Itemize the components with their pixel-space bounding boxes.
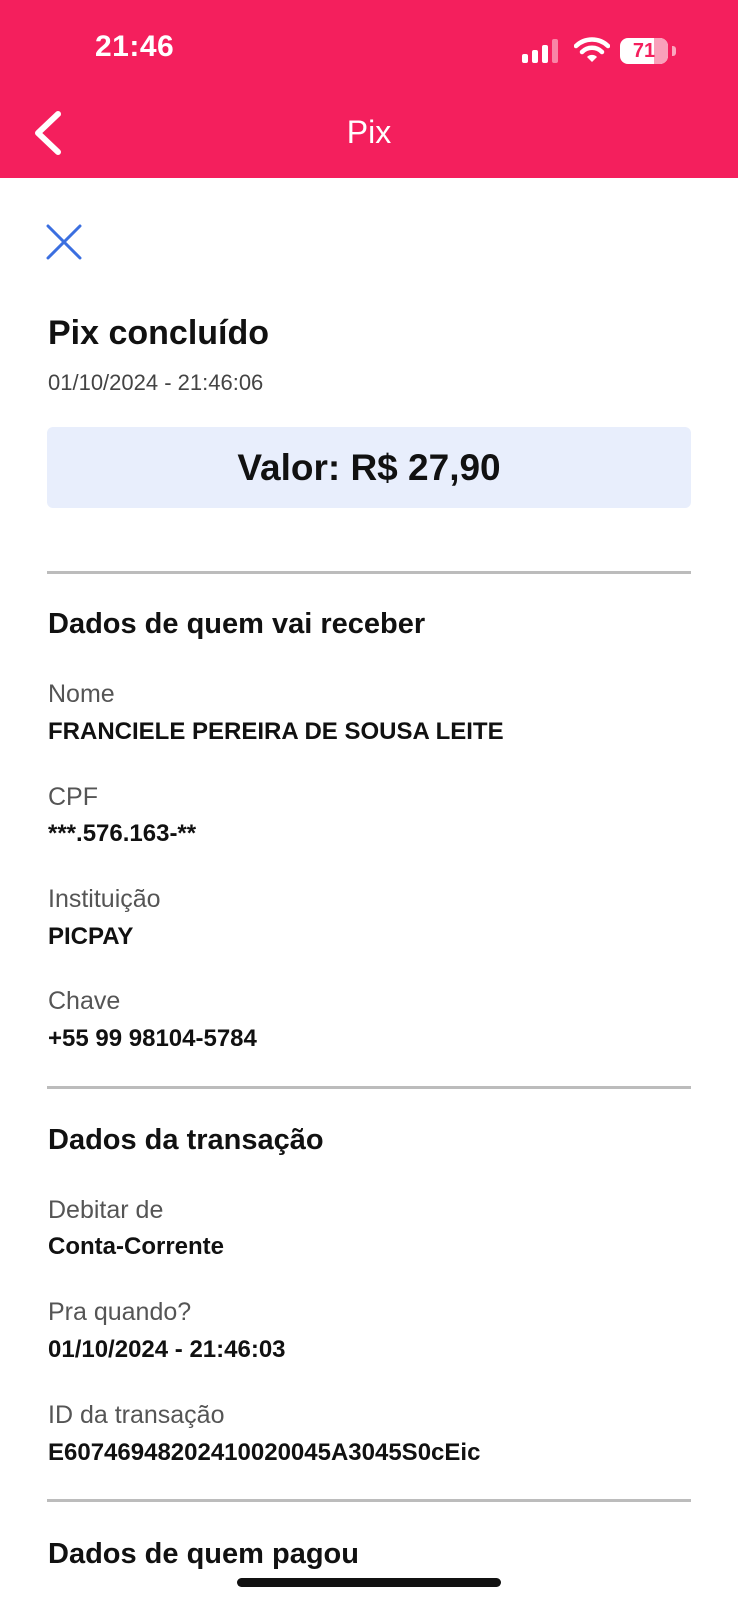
scheduled-date-value: 01/10/2024 - 21:46:03 bbox=[48, 1336, 286, 1363]
scheduled-date-label: Pra quando? bbox=[48, 1298, 192, 1326]
payer-section-title: Dados de quem pagou bbox=[48, 1538, 359, 1570]
divider bbox=[47, 1086, 691, 1089]
close-icon[interactable] bbox=[44, 222, 84, 262]
transaction-section-title: Dados da transação bbox=[48, 1124, 324, 1156]
cellular-signal-icon bbox=[522, 37, 562, 63]
amount-box: Valor: R$ 27,90 bbox=[47, 427, 691, 508]
receiver-cpf-value: ***.576.163-** bbox=[48, 820, 197, 847]
receiver-institution-label: Instituição bbox=[48, 885, 161, 913]
receiver-section-title: Dados de quem vai receber bbox=[48, 608, 426, 640]
receipt-title: Pix concluído bbox=[48, 314, 270, 352]
debit-from-label: Debitar de bbox=[48, 1196, 164, 1224]
divider bbox=[47, 1499, 691, 1502]
battery-percent: 71 bbox=[632, 40, 656, 62]
transaction-id-value: E60746948202410020045A3045S0cEic bbox=[48, 1439, 481, 1466]
transaction-id-label: ID da transação bbox=[48, 1401, 225, 1429]
receiver-key-value: +55 99 98104-5784 bbox=[48, 1025, 257, 1052]
receiver-name-label: Nome bbox=[48, 680, 115, 708]
status-time: 21:46 bbox=[95, 30, 175, 63]
battery-icon: 71 bbox=[620, 38, 676, 64]
app-header: 21:46 71 Pix bbox=[0, 0, 738, 178]
receiver-name-value: FRANCIELE PEREIRA DE SOUSA LEITE bbox=[48, 718, 504, 745]
wifi-icon bbox=[574, 37, 610, 62]
home-indicator[interactable] bbox=[237, 1578, 501, 1587]
receipt-timestamp: 01/10/2024 - 21:46:06 bbox=[48, 370, 264, 395]
receiver-key-label: Chave bbox=[48, 987, 121, 1015]
debit-from-value: Conta-Corrente bbox=[48, 1233, 225, 1260]
receiver-cpf-label: CPF bbox=[48, 783, 98, 811]
page-header-title: Pix bbox=[346, 114, 392, 150]
receiver-institution-value: PICPAY bbox=[48, 923, 134, 950]
divider bbox=[47, 571, 691, 574]
